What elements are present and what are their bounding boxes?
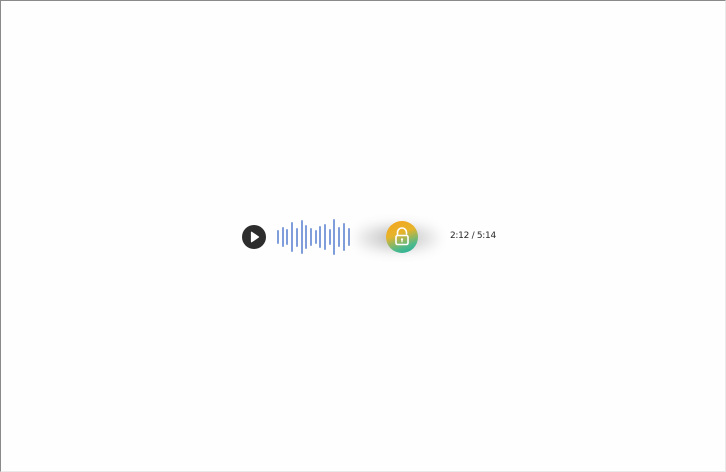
waveform-bar (309, 228, 312, 246)
time-separator: / (469, 231, 477, 241)
unlock-icon (395, 227, 409, 246)
waveform-bar (314, 230, 317, 244)
playback-time: 2:12 / 5:14 (450, 231, 496, 241)
unlock-button[interactable] (386, 221, 418, 253)
total-duration: 5:14 (476, 231, 496, 241)
waveform-bar (333, 218, 336, 256)
waveform-bar (319, 225, 322, 248)
waveform-bar (281, 226, 284, 248)
waveform-bar (342, 223, 345, 251)
waveform-bar (324, 223, 326, 251)
current-time: 2:12 (450, 231, 470, 241)
audio-waveform[interactable] (277, 216, 357, 258)
waveform-bar (277, 229, 279, 245)
waveform-bar (291, 222, 294, 252)
waveform-bar (338, 226, 341, 248)
audio-player: 2:12 / 5:14 (242, 216, 496, 258)
waveform-bar (328, 229, 331, 245)
waveform-bar (347, 227, 350, 247)
waveform-bar (300, 219, 303, 255)
waveform-bar (286, 229, 289, 245)
play-button[interactable] (242, 225, 266, 249)
waveform-bar (295, 227, 298, 247)
play-icon (250, 231, 260, 243)
waveform-bar (305, 225, 308, 249)
